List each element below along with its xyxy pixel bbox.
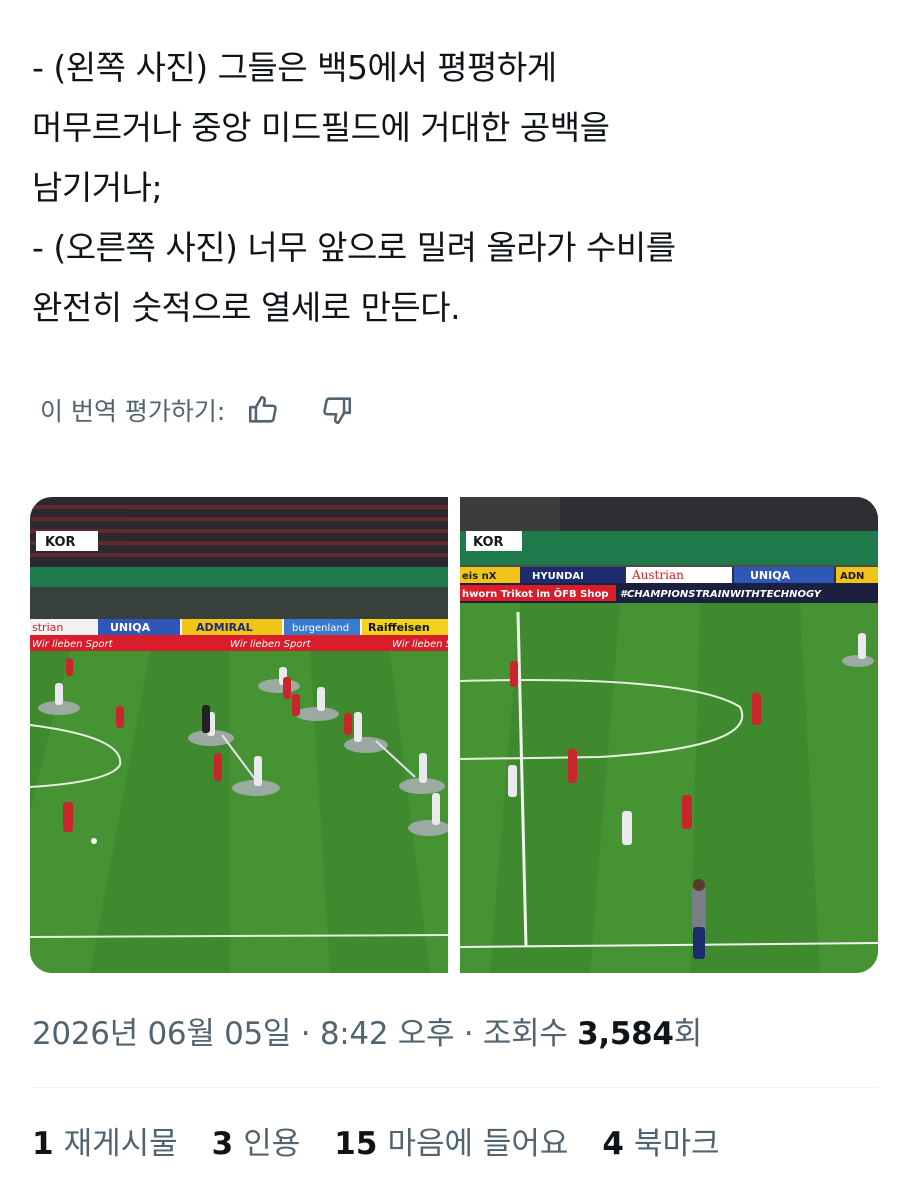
ad-board-text: Wir lieben Sp [392,639,448,650]
rate-label: 이 번역 평가하기: [40,397,226,426]
quotes-stat[interactable]: 3 인용 [212,1118,301,1163]
banner-text: #CHAMPIONSTRAINWITHTECHNOGY [620,589,823,600]
divider [32,1087,878,1088]
banner-text: hworn Trikot im ÖFB Shop [462,586,608,600]
ad-board-text: Wir lieben Sport [230,639,312,650]
score-tag: KOR [473,535,504,550]
left-match-photo[interactable]: strian UNIQA ADMIRAL burgenland Raiffeis… [30,497,448,973]
thumbs-down-icon[interactable] [317,390,357,430]
tweet-media[interactable]: strian UNIQA ADMIRAL burgenland Raiffeis… [30,497,878,973]
reposts-count: 1 [32,1126,54,1162]
ad-board-text: UNIQA [750,569,791,582]
views-label: 조회수 [482,1016,578,1052]
reposts-stat[interactable]: 1 재게시물 [32,1118,178,1163]
translation-rating: 이 번역 평가하기: [40,388,357,432]
engagement-stats: 1 재게시물 3 인용 15 마음에 들어요 4 북마크 [32,1118,754,1163]
meta-separator: · [291,1016,320,1052]
ad-board-text: eis nX [462,571,497,582]
score-tag: KOR [45,535,76,550]
ad-board-text: ADN [840,571,864,582]
ad-board-text: Wir lieben Sport [32,639,114,650]
thumbs-up-icon[interactable] [243,390,283,430]
views-count: 3,584 [577,1016,674,1052]
ad-board-text: ADMIRAL [196,621,253,634]
quotes-count: 3 [211,1126,234,1162]
tweet-text: - (왼쪽 사진) 그들은 백5에서 평평하게 머무르거나 중앙 미드필드에 거… [32,48,676,327]
ad-board-text: strian [32,621,63,634]
quotes-label: 인용 [243,1126,301,1162]
likes-stat[interactable]: 15 마음에 들어요 [334,1118,568,1163]
right-match-photo[interactable]: eis nX HYUNDAI Austrian UNIQA ADN hworn … [460,497,878,973]
bookmarks-count: 4 [602,1126,624,1162]
ad-board-text: Austrian [631,568,684,582]
bookmarks-label: 북마크 [634,1126,720,1162]
likes-label: 마음에 들어요 [387,1126,569,1162]
ad-board-text: Raiffeisen [368,621,430,634]
views-suffix: 회 [673,1016,703,1052]
post-date[interactable]: 2026년 06월 05일 [32,1016,291,1052]
ad-board-text: burgenland [292,623,349,634]
tweet-meta: 2026년 06월 05일 · 8:42 오후 · 조회수 3,584회 [32,1008,702,1053]
ad-board-text: UNIQA [110,621,151,634]
likes-count: 15 [334,1126,378,1162]
reposts-label: 재게시물 [63,1126,178,1162]
meta-separator: · [454,1016,483,1052]
post-time[interactable]: 8:42 오후 [320,1016,455,1052]
ad-board-text: HYUNDAI [532,571,584,582]
bookmarks-stat[interactable]: 4 북마크 [602,1118,719,1163]
